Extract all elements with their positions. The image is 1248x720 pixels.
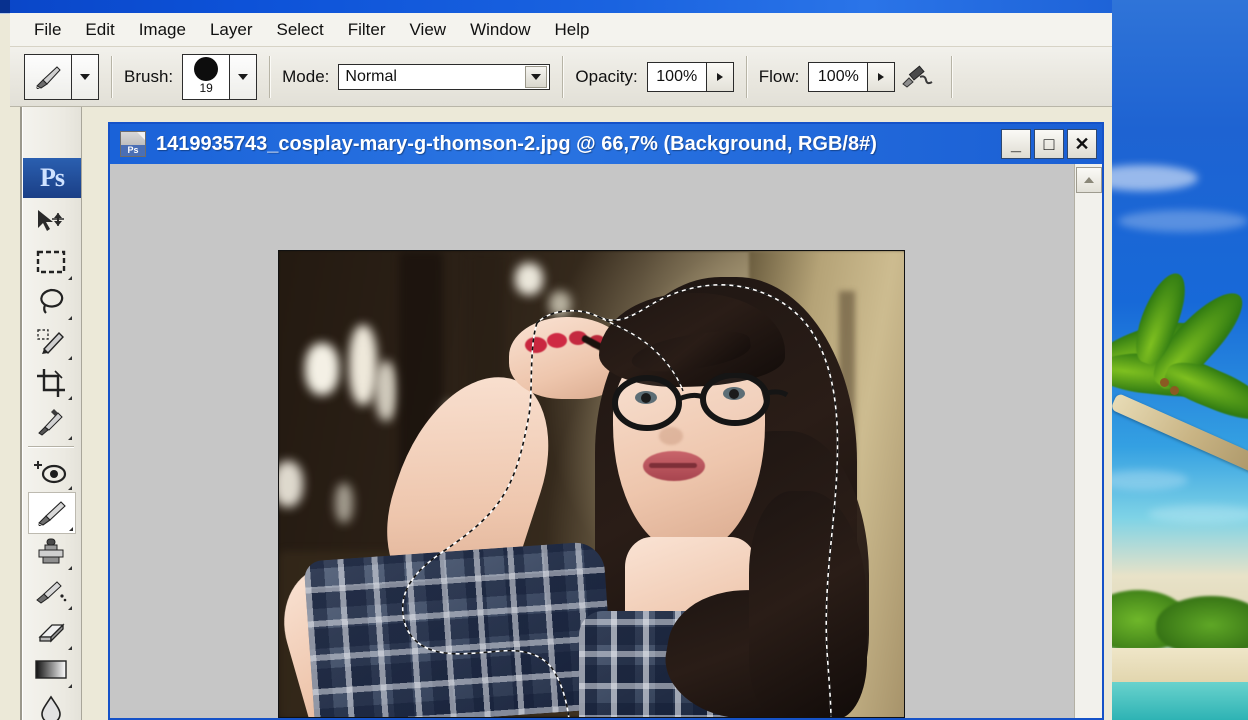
photoshop-window: File Edit Image Layer Select Filter View…	[0, 0, 1112, 720]
magic-wand-tool[interactable]	[28, 322, 74, 362]
brush-preset-picker[interactable]: 19	[182, 53, 258, 100]
menu-edit[interactable]: Edit	[73, 18, 126, 42]
rectangular-marquee-tool[interactable]	[28, 242, 74, 282]
menu-filter[interactable]: Filter	[336, 18, 398, 42]
options-separator-3	[562, 55, 564, 98]
blur-droplet-icon[interactable]	[28, 690, 74, 720]
history-brush-tool[interactable]	[28, 572, 74, 612]
menu-view[interactable]: View	[398, 18, 459, 42]
toolbox-separator	[28, 446, 74, 447]
desktop-wallpaper	[1108, 0, 1248, 720]
photoshop-logo: Ps	[23, 158, 81, 198]
window-controls: _ □ ✕	[1001, 129, 1102, 159]
brush-label: Brush:	[124, 66, 174, 86]
vertical-scrollbar[interactable]	[1074, 164, 1102, 718]
tool-preset-chevron-down-icon[interactable]	[71, 54, 98, 99]
triangle-up-icon	[1083, 177, 1094, 183]
brush-preview: 19	[183, 54, 230, 99]
menu-window[interactable]: Window	[458, 18, 542, 42]
flow-value[interactable]: 100%	[809, 62, 868, 91]
document-window: Ps 1419935743_cosplay-mary-g-thomson-2.j…	[108, 122, 1104, 720]
eyedropper-tool[interactable]	[28, 402, 74, 442]
opacity-slider-arrow-icon[interactable]	[705, 62, 733, 91]
eraser-tool[interactable]	[28, 612, 74, 652]
brush-tip-shape-icon	[194, 57, 219, 81]
options-separator-1	[111, 55, 112, 98]
canvas-area[interactable]	[110, 164, 1102, 718]
opacity-label: Opacity:	[575, 66, 638, 86]
opacity-field[interactable]: 100%	[646, 61, 734, 92]
menu-bar: File Edit Image Layer Select Filter View…	[10, 13, 1112, 47]
tool-preset-picker[interactable]	[24, 53, 99, 100]
app-title-bar	[0, 0, 1112, 14]
scroll-up-button[interactable]	[1075, 167, 1102, 193]
opacity-value[interactable]: 100%	[647, 62, 706, 91]
blend-mode-select[interactable]: Normal	[338, 63, 551, 90]
flow-label: Flow:	[758, 66, 800, 86]
brush-size-value: 19	[199, 81, 213, 95]
close-button[interactable]: ✕	[1067, 129, 1097, 159]
options-separator-4	[745, 55, 747, 98]
options-separator-2	[269, 55, 271, 98]
maximize-button[interactable]: □	[1034, 129, 1064, 159]
document-title: 1419935743_cosplay-mary-g-thomson-2.jpg …	[156, 132, 877, 155]
brush-picker-chevron-down-icon[interactable]	[229, 54, 257, 99]
options-separator-5	[951, 55, 953, 98]
clone-stamp-tool[interactable]	[28, 532, 74, 572]
menu-help[interactable]: Help	[543, 18, 602, 42]
brush-tool[interactable]	[28, 492, 76, 534]
menu-file[interactable]: File	[22, 18, 73, 42]
blend-mode-value: Normal	[345, 67, 397, 85]
menu-image[interactable]: Image	[127, 18, 198, 42]
flow-slider-arrow-icon[interactable]	[867, 62, 895, 91]
menu-layer[interactable]: Layer	[198, 18, 265, 42]
brush-icon	[25, 54, 71, 99]
move-tool[interactable]	[28, 202, 74, 242]
airbrush-icon[interactable]	[895, 55, 939, 99]
tool-options-bar: Brush: 19 Mode: Normal Opacity: 100% Flo…	[10, 47, 1112, 107]
flow-field[interactable]: 100%	[808, 61, 896, 92]
blend-mode-chevron-down-icon[interactable]	[525, 65, 548, 88]
gradient-tool[interactable]	[28, 650, 74, 690]
minimize-button[interactable]: _	[1001, 129, 1031, 159]
screen: File Edit Image Layer Select Filter View…	[0, 0, 1248, 720]
crop-tool[interactable]	[28, 362, 74, 402]
menu-select[interactable]: Select	[264, 18, 335, 42]
mode-label: Mode:	[282, 66, 330, 86]
document-image[interactable]	[278, 250, 905, 718]
document-title-bar[interactable]: Ps 1419935743_cosplay-mary-g-thomson-2.j…	[110, 124, 1102, 164]
document-file-icon: Ps	[120, 131, 146, 157]
healing-brush-tool[interactable]	[28, 452, 74, 492]
lasso-tool[interactable]	[28, 282, 74, 322]
